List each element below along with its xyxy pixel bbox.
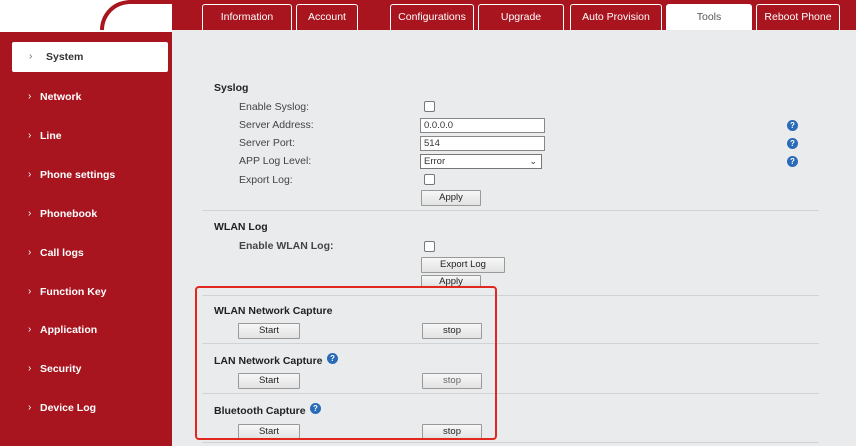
syslog-apply-button[interactable]: Apply — [421, 190, 481, 206]
help-icon[interactable]: ? — [787, 138, 798, 149]
export-log-button[interactable]: Export Log — [421, 257, 505, 273]
chevron-right-icon: › — [28, 91, 32, 102]
chevron-down-icon: ⌄ — [529, 156, 537, 166]
chevron-right-icon: › — [28, 208, 32, 219]
sidebar-header — [0, 0, 172, 32]
sidebar-item-phone-settings[interactable]: › Phone settings — [0, 160, 172, 190]
chevron-right-icon: › — [28, 286, 32, 297]
chevron-right-icon: › — [28, 130, 32, 141]
server-port-label: Server Port: — [239, 137, 296, 149]
sidebar-item-phonebook[interactable]: › Phonebook — [0, 199, 172, 229]
sidebar-item-function-key[interactable]: › Function Key — [0, 277, 172, 307]
server-address-label: Server Address: — [239, 119, 314, 131]
highlight-box — [195, 286, 497, 440]
section-divider — [202, 442, 819, 443]
syslog-heading: Syslog — [214, 82, 249, 94]
tab-account[interactable]: Account — [296, 4, 358, 30]
sidebar-item-label: Application — [40, 324, 98, 336]
sidebar: › System › Network › Line › Phone settin… — [0, 32, 172, 446]
help-icon[interactable]: ? — [787, 120, 798, 131]
tab-bar-curve-mask — [104, 4, 172, 32]
tab-auto-provision[interactable]: Auto Provision — [570, 4, 662, 30]
section-divider — [202, 210, 819, 211]
sidebar-item-call-logs[interactable]: › Call logs — [0, 238, 172, 268]
enable-wlan-log-checkbox[interactable] — [424, 241, 435, 252]
sidebar-item-line[interactable]: › Line — [0, 121, 172, 151]
sidebar-item-label: Security — [40, 363, 82, 375]
tab-configurations[interactable]: Configurations — [390, 4, 474, 30]
chevron-right-icon: › — [28, 169, 32, 180]
sidebar-item-device-log[interactable]: › Device Log — [0, 393, 172, 423]
sidebar-item-system[interactable]: › System — [12, 42, 168, 72]
chevron-right-icon: › — [28, 363, 32, 374]
app-log-level-label: APP Log Level: — [239, 155, 312, 167]
sidebar-item-label: Call logs — [40, 247, 84, 259]
chevron-right-icon: › — [29, 51, 33, 62]
tab-upgrade[interactable]: Upgrade — [478, 4, 564, 30]
export-log-checkbox[interactable] — [424, 174, 435, 185]
tab-information[interactable]: Information — [202, 4, 292, 30]
top-tab-bar: Information Account Configurations Upgra… — [172, 0, 856, 30]
enable-syslog-label: Enable Syslog: — [239, 101, 310, 113]
enable-syslog-checkbox[interactable] — [424, 101, 435, 112]
wlan-log-heading: WLAN Log — [214, 221, 268, 233]
chevron-right-icon: › — [28, 402, 32, 413]
sidebar-item-label: Phone settings — [40, 169, 116, 181]
tab-tools[interactable]: Tools — [666, 4, 752, 30]
sidebar-item-label: Line — [40, 130, 62, 142]
sidebar-item-application[interactable]: › Application — [0, 315, 172, 345]
app-log-level-select[interactable]: Error ⌄ — [420, 154, 542, 169]
app-log-level-value: Error — [424, 156, 446, 167]
sidebar-item-label: Function Key — [40, 286, 107, 298]
sidebar-item-label: System — [46, 51, 84, 63]
sidebar-item-label: Phonebook — [40, 208, 98, 220]
chevron-right-icon: › — [28, 324, 32, 335]
sidebar-item-security[interactable]: › Security — [0, 354, 172, 384]
tab-reboot-phone[interactable]: Reboot Phone — [756, 4, 840, 30]
server-address-input[interactable]: 0.0.0.0 — [420, 118, 545, 133]
sidebar-item-label: Device Log — [40, 402, 97, 414]
sidebar-item-network[interactable]: › Network — [0, 82, 172, 112]
help-icon[interactable]: ? — [787, 156, 798, 167]
export-log-label: Export Log: — [239, 174, 293, 186]
chevron-right-icon: › — [28, 247, 32, 258]
server-port-input[interactable]: 514 — [420, 136, 545, 151]
sidebar-item-label: Network — [40, 91, 82, 103]
enable-wlan-log-label: Enable WLAN Log: — [239, 240, 334, 252]
